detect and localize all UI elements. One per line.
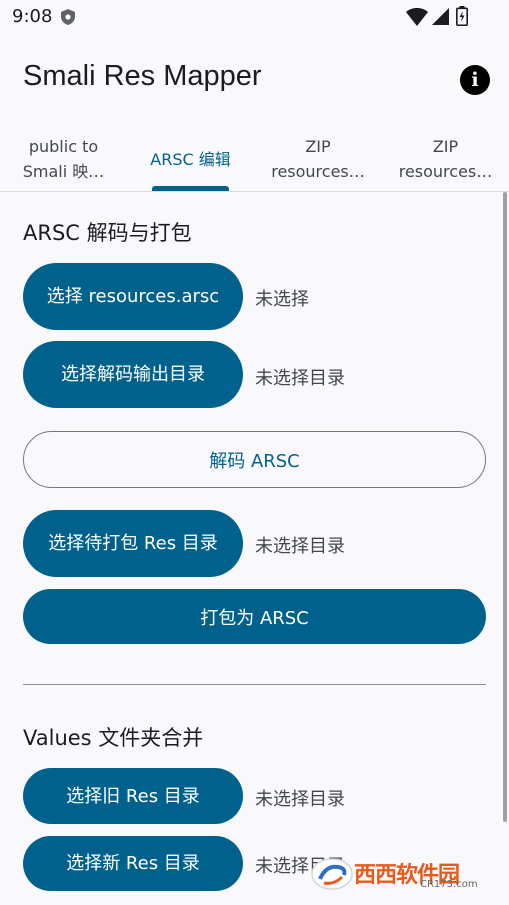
select-pack-dir-button[interactable]: 选择待打包 Res 目录: [23, 510, 243, 577]
decode-arsc-button[interactable]: 解码 ARSC: [23, 431, 486, 488]
select-pack-dir-status: 未选择目录: [255, 536, 345, 557]
tab-label: ARSC 编辑: [150, 149, 231, 169]
tab-public-to-smali[interactable]: public to Smali 映…: [0, 126, 127, 192]
info-button[interactable]: i: [460, 65, 490, 95]
select-old-res-status: 未选择目录: [255, 789, 345, 810]
watermark: 西西软件园 CR173.com: [310, 855, 492, 895]
section-divider: [23, 684, 486, 685]
values-section-title: Values 文件夹合并: [23, 726, 204, 750]
arsc-section-title: ARSC 解码与打包: [23, 221, 192, 245]
tab-zip-resources-1[interactable]: ZIP resources…: [254, 126, 382, 192]
watermark-subtext: CR173.com: [420, 879, 478, 890]
info-icon: i: [471, 69, 479, 91]
watermark-logo-icon: [311, 858, 353, 890]
tab-bar: public to Smali 映… ARSC 编辑 ZIP resources…: [0, 126, 509, 192]
select-arsc-button[interactable]: 选择 resources.arsc: [23, 263, 243, 330]
status-bar: 9:08: [0, 0, 509, 36]
select-old-res-button[interactable]: 选择旧 Res 目录: [23, 768, 243, 824]
wifi-icon: [406, 8, 428, 26]
select-decode-dir-button[interactable]: 选择解码输出目录: [23, 341, 243, 408]
tab-label: ZIP resources…: [271, 137, 365, 181]
tab-zip-resources-2[interactable]: ZIP resources…: [382, 126, 509, 192]
active-tab-indicator: [152, 186, 229, 191]
status-time: 9:08: [12, 6, 53, 27]
select-arsc-status: 未选择: [255, 289, 309, 310]
battery-icon: [456, 6, 468, 26]
tab-arsc-edit[interactable]: ARSC 编辑: [127, 126, 254, 192]
shield-icon: [61, 9, 75, 25]
pack-arsc-button[interactable]: 打包为 ARSC: [23, 589, 486, 644]
tab-label: public to Smali 映…: [22, 137, 105, 181]
app-title: Smali Res Mapper: [23, 60, 262, 92]
tab-label: ZIP resources…: [398, 137, 493, 181]
scrollbar[interactable]: [503, 192, 507, 822]
signal-icon: [432, 8, 449, 25]
select-new-res-button[interactable]: 选择新 Res 目录: [23, 836, 243, 891]
select-decode-dir-status: 未选择目录: [255, 368, 345, 389]
